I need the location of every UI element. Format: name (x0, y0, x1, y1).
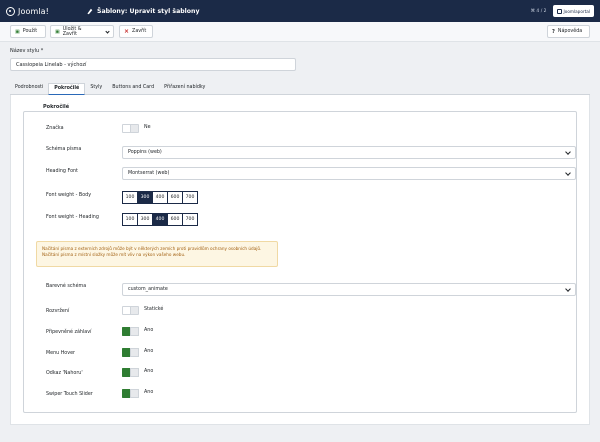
fw-heading-option[interactable]: 700 (182, 213, 198, 226)
tab-details[interactable]: Podrobnosti (10, 83, 48, 95)
switch-knob (123, 307, 131, 314)
save-close-label: Uložit & Zavřít (62, 26, 82, 37)
save-icon: ▣ (15, 28, 20, 35)
tab-panel: Pokročilé Značka Ne Schéma písma Poppins… (10, 95, 590, 425)
fw-body-group: 100 300 400 600 700 (122, 191, 198, 204)
save-dropdown-toggle[interactable] (101, 25, 114, 38)
fw-body-option[interactable]: 700 (182, 191, 198, 204)
heading-font-label: Heading Font (46, 169, 78, 174)
top-header: Joomla! Šablony: Upravit styl šablony ⌘ … (0, 0, 600, 22)
apply-button[interactable]: ▣ Použít (10, 25, 46, 38)
switch-on-fill (122, 368, 130, 377)
back-to-top-label: Odkaz 'Nahoru' (46, 371, 83, 376)
logo-text: Joomla! (18, 6, 49, 16)
help-icon: ? (552, 28, 555, 35)
sticky-header-switch[interactable] (122, 327, 139, 336)
user-menu-button[interactable]: Joomlaportal (552, 5, 594, 17)
external-link-icon (556, 8, 562, 14)
version-indicator[interactable]: ⌘ 4 / 2 (530, 9, 546, 14)
swiper-state: Ano (144, 390, 154, 395)
swiper-switch[interactable] (122, 389, 139, 398)
font-scheme-value: Poppins (web) (128, 150, 162, 155)
brand-switch[interactable] (122, 124, 139, 133)
switch-on-fill (122, 327, 130, 336)
tab-styles[interactable]: Styly (85, 83, 107, 95)
color-scheme-select[interactable]: custom_animate (122, 283, 576, 296)
back-to-top-state: Ano (144, 369, 154, 374)
back-to-top-switch[interactable] (122, 368, 139, 377)
fw-body-option[interactable]: 400 (152, 191, 168, 204)
font-privacy-alert: Načítání písma z externích zdrojů může b… (36, 241, 278, 267)
fw-body-label: Font weight - Body (46, 193, 92, 198)
swiper-label: Swiper Touch Slider (46, 392, 93, 397)
sticky-header-state: Ano (144, 328, 154, 333)
switch-on-fill (122, 389, 130, 398)
joomla-logo[interactable]: Joomla! (0, 0, 86, 22)
switch-knob (130, 348, 139, 357)
layout-label: Rozvržení (46, 309, 70, 314)
color-scheme-label: Barevné schéma (46, 284, 87, 289)
fw-heading-group: 100 300 400 600 700 (122, 213, 198, 226)
style-name-label: Název stylu * (10, 48, 44, 54)
brush-icon (87, 8, 93, 14)
tab-advanced[interactable]: Pokročilé (48, 83, 86, 95)
alert-line-2: Načítání písma z místní složky může mít … (42, 252, 186, 258)
layout-state: Statické (144, 307, 164, 312)
save-icon: ▣ (55, 28, 60, 35)
user-menu-label: Joomlaportal (563, 8, 590, 14)
brand-label: Značka (46, 126, 64, 131)
page-title: Šablony: Upravit styl šablony (97, 7, 200, 15)
style-name-input[interactable]: Cassiopeia Linelab - výchozí (10, 58, 296, 71)
close-button[interactable]: × Zavřít (119, 25, 153, 38)
brand-state: Ne (144, 125, 151, 130)
chevron-down-icon (565, 170, 571, 176)
close-icon: × (124, 28, 130, 35)
fw-body-option[interactable]: 300 (137, 191, 153, 204)
switch-knob (130, 327, 139, 336)
font-scheme-label: Schéma písma (46, 147, 82, 152)
layout-switch[interactable] (122, 306, 139, 315)
help-button[interactable]: ? Nápověda (547, 25, 590, 38)
menu-hover-label: Menu Hover (46, 351, 75, 356)
fw-heading-option[interactable]: 100 (122, 213, 138, 226)
toolbar: ▣ Použít ▣ Uložit & Zavřít × Zavřít ? Ná… (0, 22, 600, 42)
fw-heading-option[interactable]: 600 (167, 213, 183, 226)
tab-bar: Podrobnosti Pokročilé Styly Buttons and … (10, 83, 590, 95)
apply-label: Použít (22, 29, 38, 34)
heading-font-select[interactable]: Montserrat (web) (122, 167, 576, 180)
chevron-down-icon (104, 28, 110, 34)
fieldset-legend: Pokročilé (39, 104, 74, 110)
tab-menu-assignment[interactable]: Přiřazení nabídky (159, 83, 210, 95)
header-right: ⌘ 4 / 2 Joomlaportal (530, 5, 594, 17)
joomla-logo-icon (6, 6, 15, 16)
heading-font-value: Montserrat (web) (128, 171, 170, 176)
save-close-button[interactable]: ▣ Uložit & Zavřít (50, 25, 102, 38)
fw-body-option[interactable]: 600 (167, 191, 183, 204)
chevron-down-icon (565, 286, 571, 292)
switch-on-fill (122, 348, 130, 357)
help-label: Nápověda (557, 29, 583, 34)
fw-heading-option[interactable]: 300 (137, 213, 153, 226)
color-scheme-value: custom_animate (128, 287, 168, 292)
chevron-down-icon (565, 149, 571, 155)
switch-knob (123, 125, 131, 132)
sticky-header-label: Připevněné záhlaví (46, 330, 92, 335)
page-title-wrap: Šablony: Upravit styl šablony (86, 8, 200, 15)
tab-buttons-card[interactable]: Buttons and Card (107, 83, 159, 95)
font-scheme-select[interactable]: Poppins (web) (122, 146, 576, 159)
switch-knob (130, 368, 139, 377)
fw-heading-label: Font weight - Heading (46, 215, 99, 220)
switch-knob (130, 389, 139, 398)
menu-hover-state: Ano (144, 349, 154, 354)
close-label: Zavřít (132, 29, 147, 34)
menu-hover-switch[interactable] (122, 348, 139, 357)
fw-heading-option[interactable]: 400 (152, 213, 168, 226)
fw-body-option[interactable]: 100 (122, 191, 138, 204)
